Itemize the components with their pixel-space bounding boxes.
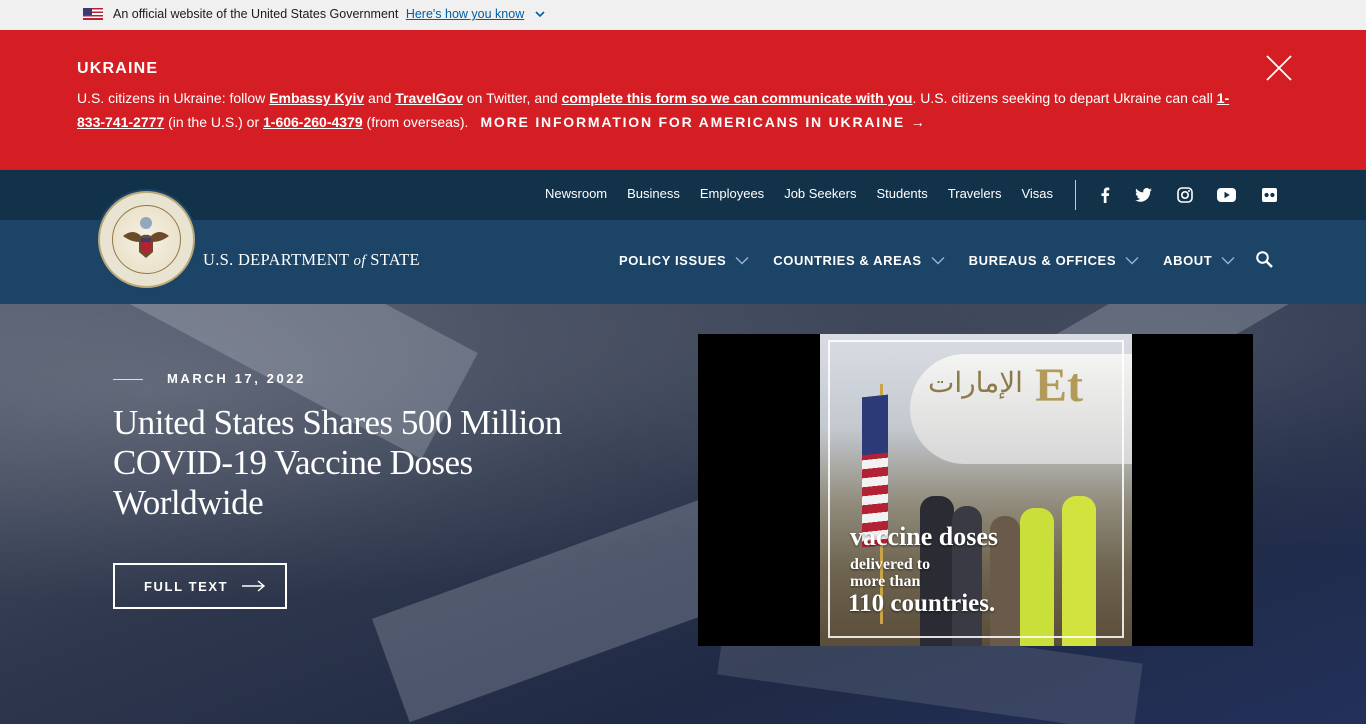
youtube-icon[interactable]	[1216, 185, 1236, 205]
alert-body: U.S. citizens in Ukraine: follow Embassy…	[77, 86, 1257, 134]
gov-banner: An official website of the United States…	[0, 0, 1366, 30]
full-text-label: FULL TEXT	[144, 578, 229, 594]
chevron-down-icon	[735, 257, 749, 265]
utility-bar: Newsroom Business Employees Job Seekers …	[0, 170, 1366, 220]
alert-title: UKRAINE	[77, 60, 159, 77]
nav-policy-issues[interactable]: POLICY ISSUES	[619, 253, 773, 268]
nav-label: POLICY ISSUES	[619, 253, 727, 268]
chevron-down-icon[interactable]	[534, 8, 546, 20]
nav-bureaus-offices[interactable]: BUREAUS & OFFICES	[969, 253, 1163, 268]
main-nav: POLICY ISSUES COUNTRIES & AREAS BUREAUS …	[619, 253, 1259, 268]
flickr-icon[interactable]	[1259, 185, 1279, 205]
alert-text: U.S. citizens in Ukraine: follow	[77, 90, 270, 106]
alert-text: (from overseas).	[362, 114, 469, 130]
date-rule	[113, 379, 143, 380]
wordmark-part: STATE	[365, 250, 420, 269]
chevron-down-icon	[1221, 257, 1235, 265]
video-thumbnail: الإمارات Et vaccine doses delivered to m…	[820, 334, 1132, 646]
alert-text: on Twitter, and	[462, 90, 562, 106]
utility-link-students[interactable]: Students	[876, 186, 927, 201]
search-icon[interactable]	[1255, 250, 1275, 270]
utility-link-business[interactable]: Business	[627, 186, 680, 201]
utility-link-travelers[interactable]: Travelers	[948, 186, 1002, 201]
hero-title[interactable]: United States Shares 500 Million COVID-1…	[113, 403, 583, 523]
utility-link-visas[interactable]: Visas	[1021, 186, 1053, 201]
us-flag-icon	[83, 8, 103, 20]
video-caption-line2b: more than	[850, 573, 921, 590]
nav-label: BUREAUS & OFFICES	[968, 253, 1117, 268]
heres-how-you-know-link[interactable]: Here's how you know	[406, 7, 524, 21]
nav-about[interactable]: ABOUT	[1163, 253, 1259, 268]
video-caption-line2a: delivered to	[850, 556, 931, 573]
facebook-icon[interactable]	[1095, 185, 1115, 205]
wordmark-part: of	[353, 253, 366, 269]
nav-label: ABOUT	[1163, 253, 1213, 268]
utility-link-job-seekers[interactable]: Job Seekers	[784, 186, 856, 201]
chevron-down-icon	[931, 257, 945, 265]
close-icon[interactable]	[1265, 54, 1293, 82]
more-info-ukraine-link[interactable]: MORE INFORMATION FOR AMERICANS IN UKRAIN…	[480, 114, 926, 130]
utility-link-newsroom[interactable]: Newsroom	[545, 186, 607, 201]
flag-star-decoration	[372, 495, 748, 723]
contact-form-link[interactable]: complete this form so we can communicate…	[562, 90, 913, 106]
utility-nav: Newsroom Business Employees Job Seekers …	[545, 186, 1053, 201]
instagram-icon[interactable]	[1175, 185, 1195, 205]
alert-text: and	[364, 90, 396, 106]
arrow-right-icon	[242, 580, 266, 592]
twitter-icon[interactable]	[1133, 185, 1153, 205]
utility-link-employees[interactable]: Employees	[700, 186, 764, 201]
phone-overseas-link[interactable]: 1-606-260-4379	[263, 114, 363, 130]
ukraine-alert: UKRAINE U.S. citizens in Ukraine: follow…	[0, 30, 1366, 170]
video-caption-line1: vaccine doses	[850, 522, 999, 551]
utility-divider	[1075, 180, 1076, 210]
featured-video[interactable]: الإمارات Et vaccine doses delivered to m…	[698, 334, 1253, 646]
chevron-down-icon	[1125, 257, 1139, 265]
nav-label: COUNTRIES & AREAS	[773, 253, 922, 268]
gov-banner-text: An official website of the United States…	[113, 7, 524, 21]
video-caption-line3: 110 countries.	[848, 590, 996, 617]
alert-text: (in the U.S.) or	[164, 114, 263, 130]
hero-date: MARCH 17, 2022	[167, 371, 306, 386]
gov-banner-label: An official website of the United States…	[113, 7, 399, 21]
seal-emblem	[112, 205, 181, 274]
eagle-icon	[123, 217, 169, 258]
travelgov-link[interactable]: TravelGov	[395, 90, 463, 106]
nav-countries-areas[interactable]: COUNTRIES & AREAS	[773, 253, 968, 268]
department-seal-logo[interactable]	[98, 191, 195, 288]
wordmark-part: U.S. DEPARTMENT	[203, 250, 354, 269]
department-wordmark[interactable]: U.S. DEPARTMENT of STATE	[203, 250, 420, 270]
alert-text: . U.S. citizens seeking to depart Ukrain…	[912, 90, 1217, 106]
full-text-button[interactable]: FULL TEXT	[113, 563, 287, 609]
embassy-kyiv-link[interactable]: Embassy Kyiv	[269, 90, 364, 106]
video-caption-line2: delivered to more than	[850, 556, 930, 590]
